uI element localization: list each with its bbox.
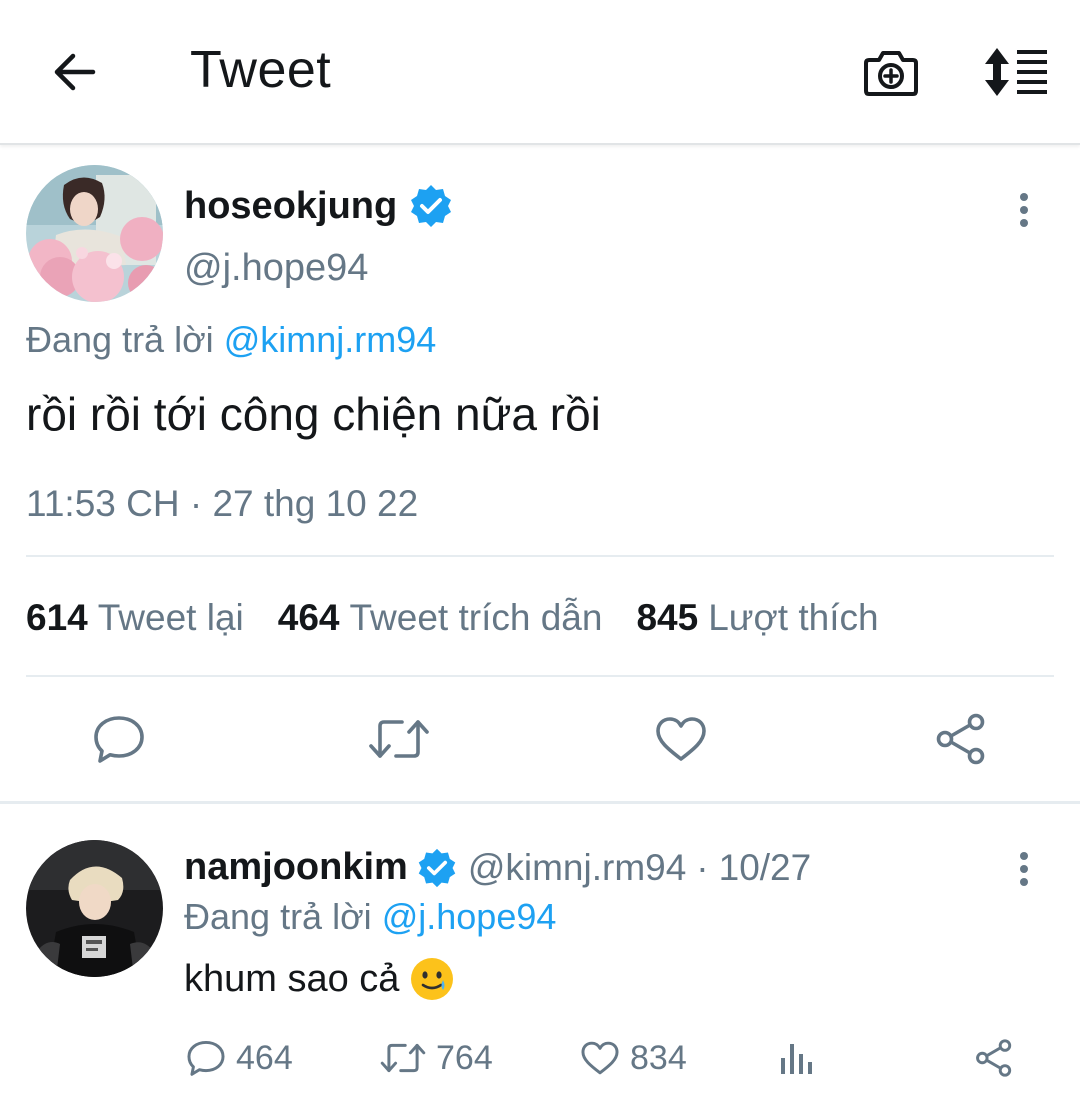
divider [26, 675, 1054, 677]
verified-badge-icon [416, 847, 458, 889]
retweets-stat[interactable]: 614 Tweet lại [26, 597, 244, 639]
like-icon [656, 717, 706, 761]
reply-text: khum sao cả [184, 956, 455, 1002]
more-options-button[interactable] [1004, 844, 1044, 894]
like-button[interactable] [646, 707, 716, 771]
mention-link[interactable]: @j.hope94 [382, 896, 557, 937]
reply-date: 10/27 [718, 846, 812, 888]
top-app-bar: Tweet [0, 0, 1080, 145]
quotes-stat[interactable]: 464 Tweet trích dẫn [278, 597, 603, 639]
share-icon [976, 1039, 1012, 1077]
reply-action-bar: 464 764 834 [0, 1032, 1080, 1088]
quotes-count: 464 [277, 597, 340, 638]
retweet-icon [369, 720, 429, 758]
reply-icon [187, 1040, 225, 1076]
share-button[interactable] [974, 1032, 1014, 1084]
verified-badge-icon [408, 183, 454, 234]
tweet-stats: 614 Tweet lại 464 Tweet trích dẫn 845 Lượt … [26, 597, 879, 639]
replying-prefix: Đang trả lời [184, 896, 372, 937]
profile-photo [26, 840, 163, 977]
reply-tweet[interactable]: namjoonkim @kimnj.rm94 · 10/27 Đang trả … [0, 804, 1080, 1094]
back-button[interactable] [44, 40, 104, 104]
display-name[interactable]: hoseokjung [184, 185, 397, 228]
user-handle[interactable]: @kimnj.rm94 [468, 847, 686, 889]
focused-tweet: hoseokjung @j.hope94 Đang trả lời @kimnj… [0, 147, 1080, 803]
profile-photo [26, 165, 163, 302]
reply-text-body: khum sao cả [184, 957, 400, 1000]
likes-label: Lượt thích [708, 597, 879, 638]
likes-count: 845 [636, 597, 699, 638]
analytics-button[interactable] [778, 1032, 814, 1084]
avatar[interactable] [26, 840, 163, 977]
replying-prefix: Đang trả lời [26, 319, 214, 360]
vertical-dots-icon [1020, 852, 1028, 886]
retweet-count: 764 [436, 1038, 493, 1077]
retweet-button[interactable] [364, 707, 434, 771]
quotes-label: Tweet trích dẫn [349, 597, 603, 638]
share-icon [936, 713, 985, 765]
reply-button[interactable] [84, 707, 154, 771]
retweet-button[interactable]: 764 [380, 1032, 493, 1084]
page-title: Tweet [190, 41, 332, 99]
tweet-timestamp[interactable]: 11:53 CH · 27 thg 10 22 [26, 483, 418, 525]
separator-dot: · [696, 846, 709, 888]
display-name[interactable]: namjoonkim [184, 846, 408, 889]
vertical-dots-icon [1020, 193, 1028, 227]
replying-to-line: Đang trả lời @kimnj.rm94 [26, 319, 436, 361]
smiling-face-with-tear-icon [409, 956, 455, 1002]
share-button[interactable] [926, 707, 996, 771]
reply-icon [94, 716, 144, 763]
arrow-left-icon [54, 53, 96, 91]
retweets-count: 614 [26, 597, 88, 638]
like-button[interactable]: 834 [580, 1032, 687, 1084]
reply-count: 464 [236, 1038, 293, 1077]
reply-header: namjoonkim @kimnj.rm94 · 10/27 [184, 846, 811, 889]
tweet-action-bar [0, 707, 1080, 777]
replying-to-line: Đang trả lời @j.hope94 [184, 896, 556, 938]
camera-button[interactable] [858, 40, 924, 104]
divider [26, 555, 1054, 557]
sort-replies-button[interactable] [980, 40, 1052, 104]
user-handle[interactable]: @j.hope94 [184, 247, 368, 290]
likes-stat[interactable]: 845 Lượt thích [636, 597, 878, 639]
sort-lines-icon [985, 48, 1047, 96]
like-count: 834 [630, 1038, 687, 1077]
retweets-label: Tweet lại [97, 597, 244, 638]
reply-button[interactable]: 464 [186, 1032, 293, 1084]
like-icon [581, 1041, 619, 1075]
mention-link[interactable]: @kimnj.rm94 [224, 319, 437, 360]
camera-plus-icon [864, 51, 918, 96]
avatar[interactable] [26, 165, 163, 302]
analytics-bars-icon [781, 1044, 812, 1074]
retweet-icon [380, 1043, 426, 1073]
more-options-button[interactable] [1004, 185, 1044, 235]
tweet-text: rồi rồi tới công chiện nữa rồi [26, 388, 601, 440]
